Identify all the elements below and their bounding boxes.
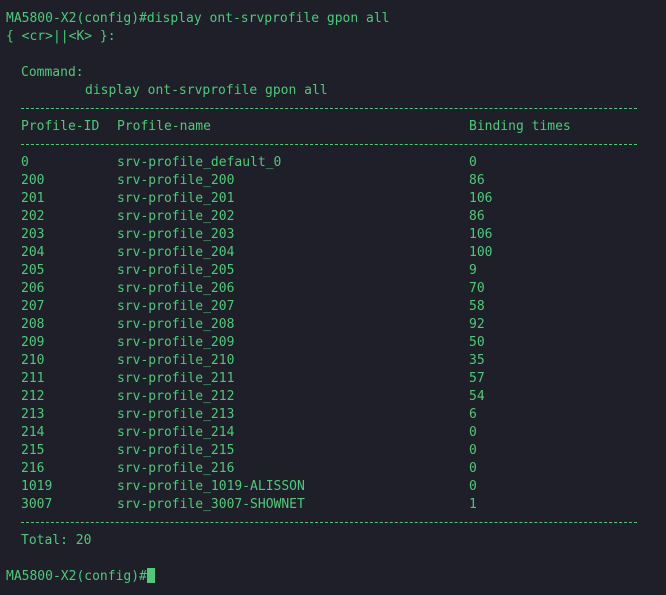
profile-name: srv-profile_202 [117,209,235,224]
profile-name: srv-profile_205 [117,263,235,278]
binding-times: 50 [469,335,485,350]
profile-id: 213 [21,407,45,422]
profile-name: srv-profile_203 [117,227,235,242]
table-row: 0 srv-profile_default_0 0 [6,154,666,172]
profile-id: 212 [21,389,45,404]
table-row: 209 srv-profile_209 50 [6,334,666,352]
table-row: 202 srv-profile_202 86 [6,208,666,226]
header-profile-name: Profile-name [117,119,211,134]
table-row: 1019 srv-profile_1019-ALISSON 0 [6,478,666,496]
profile-name: srv-profile_215 [117,443,235,458]
binding-times: 9 [469,263,477,278]
profile-name: srv-profile_201 [117,191,235,206]
separator-top [6,100,666,118]
profile-name: srv-profile_default_0 [117,155,282,170]
profile-id: 203 [21,227,45,242]
table-header: Profile-ID Profile-name Binding times [6,118,666,136]
binding-times: 35 [469,353,485,368]
table-row: 215 srv-profile_215 0 [6,442,666,460]
binding-times: 58 [469,299,485,314]
profile-id: 201 [21,191,45,206]
final-prompt: MA5800-X2(config)# [6,569,147,584]
terminal-window[interactable]: MA5800-X2(config)# display ont-srvprofile… [0,0,666,595]
profile-id: 202 [21,209,45,224]
table-row: 210 srv-profile_210 35 [6,352,666,370]
binding-times: 57 [469,371,485,386]
profile-name: srv-profile_208 [117,317,235,332]
header-binding-times: Binding times [469,119,571,134]
binding-times: 106 [469,227,493,242]
binding-times: 86 [469,209,485,224]
profile-name: srv-profile_214 [117,425,235,440]
table-row: 214 srv-profile_214 0 [6,424,666,442]
binding-times: 100 [469,245,493,260]
profile-name: srv-profile_211 [117,371,235,386]
profile-id: 214 [21,425,45,440]
table-row: 213 srv-profile_213 6 [6,406,666,424]
profile-id: 0 [21,155,29,170]
total-count: Total: 20 [21,533,92,548]
profile-id: 200 [21,173,45,188]
command-echo: display ont-srvprofile gpon all [85,83,328,98]
table-row: 212 srv-profile_212 54 [6,388,666,406]
separator-header [6,136,666,154]
profile-name: srv-profile_1019-ALISSON [117,479,305,494]
binding-times: 6 [469,407,477,422]
table-row: 204 srv-profile_204 100 [6,244,666,262]
binding-times: 0 [469,425,477,440]
binding-times: 70 [469,281,485,296]
profile-id: 3007 [21,497,53,512]
table-row: 216 srv-profile_216 0 [6,460,666,478]
profile-id: 1019 [21,479,53,494]
profile-name: srv-profile_207 [117,299,235,314]
profile-name: srv-profile_200 [117,173,235,188]
header-profile-id: Profile-ID [21,119,100,134]
profile-name: srv-profile_206 [117,281,235,296]
profile-name: srv-profile_204 [117,245,235,260]
profile-id: 207 [21,299,45,314]
command-hint: { <cr>||<K> }: [6,29,116,44]
profile-id: 210 [21,353,45,368]
profile-name: srv-profile_212 [117,389,235,404]
profile-name: srv-profile_210 [117,353,235,368]
binding-times: 0 [469,443,477,458]
table-row: 201 srv-profile_201 106 [6,190,666,208]
table-row: 200 srv-profile_200 86 [6,172,666,190]
binding-times: 0 [469,479,477,494]
profile-name: srv-profile_209 [117,335,235,350]
binding-times: 0 [469,461,477,476]
profile-id: 206 [21,281,45,296]
table-row: 205 srv-profile_205 9 [6,262,666,280]
binding-times: 86 [469,173,485,188]
table-row: 203 srv-profile_203 106 [6,226,666,244]
profile-id: 215 [21,443,45,458]
table-body: 0 srv-profile_default_0 0 200 srv-profile_20… [6,154,666,514]
profile-id: 209 [21,335,45,350]
profile-id: 211 [21,371,45,386]
profile-name: srv-profile_216 [117,461,235,476]
profile-id: 216 [21,461,45,476]
binding-times: 1 [469,497,477,512]
table-row: 3007 srv-profile_3007-SHOWNET 1 [6,496,666,514]
separator-bottom [6,514,666,532]
profile-id: 208 [21,317,45,332]
profile-name: srv-profile_3007-SHOWNET [117,497,305,512]
command-label: Command: [21,65,84,80]
binding-times: 0 [469,155,477,170]
cursor [146,568,155,583]
final-prompt-line[interactable]: MA5800-X2(config)# [6,568,666,586]
table-row: 211 srv-profile_211 57 [6,370,666,388]
table-row: 208 srv-profile_208 92 [6,316,666,334]
table-row: 207 srv-profile_207 58 [6,298,666,316]
command-line: MA5800-X2(config)#display ont-srvprofile… [6,11,390,26]
profile-id: 205 [21,263,45,278]
table-row: 206 srv-profile_206 70 [6,280,666,298]
binding-times: 54 [469,389,485,404]
profile-id: 204 [21,245,45,260]
binding-times: 106 [469,191,493,206]
binding-times: 92 [469,317,485,332]
profile-name: srv-profile_213 [117,407,235,422]
